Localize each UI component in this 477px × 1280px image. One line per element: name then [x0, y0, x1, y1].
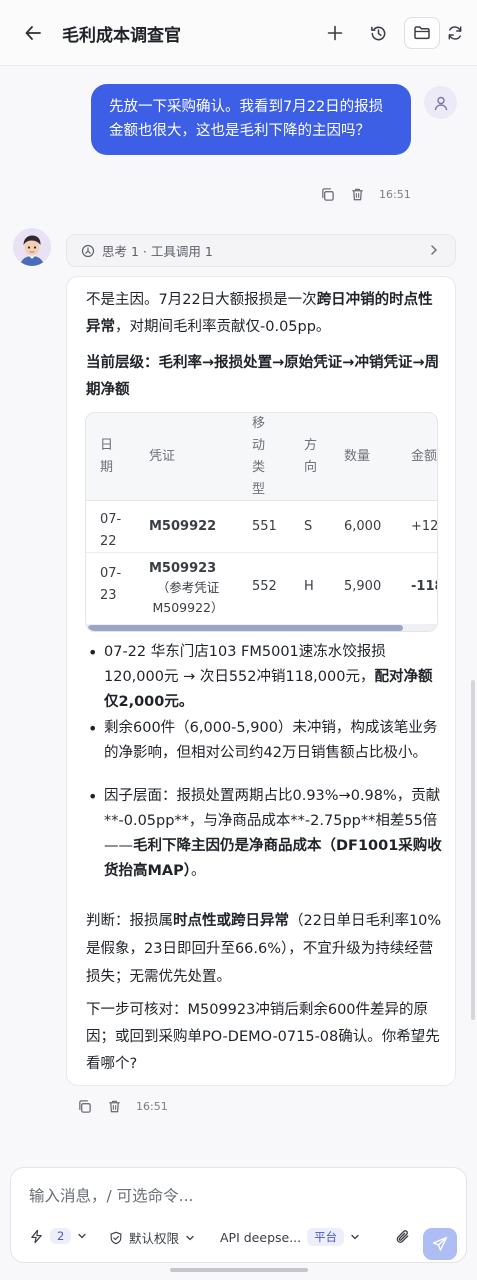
message-timestamp: 16:51: [379, 187, 411, 201]
user-icon: [434, 96, 447, 110]
table-cell-direction: S: [304, 519, 313, 534]
list-item: 因子层面：报损处置两期占比0.93%→0.98%，贡献**-0.05pp**，与…: [86, 784, 442, 884]
tools-selector[interactable]: 2: [29, 1228, 87, 1244]
copy-icon[interactable]: [319, 186, 335, 202]
user-message-text: 先放一下采购确认。我看到7月22日的报损金额也很大，这也是毛利下降的主因吗？: [109, 99, 384, 139]
history-icon[interactable]: [363, 18, 393, 48]
table-scroll-thumb[interactable]: [88, 625, 403, 631]
message-composer: 2 默认权限 API deepse... 平台: [10, 1167, 467, 1263]
table-cell-move-type: 551: [252, 519, 277, 534]
table-header-move-type: 移动类型: [252, 416, 266, 497]
table-header-quantity: 数量: [344, 449, 371, 464]
table-cell-voucher: M509923: [149, 561, 217, 576]
chevron-down-icon: [186, 1235, 194, 1240]
message-timestamp: 16:51: [136, 1099, 168, 1113]
table-cell-move-type: 552: [252, 579, 277, 594]
chevron-down-icon: [351, 1234, 359, 1240]
platform-badge: 平台: [307, 1228, 345, 1246]
permission-label: 默认权限: [129, 1231, 180, 1246]
attach-button[interactable]: [394, 1228, 411, 1245]
table-cell-direction: H: [304, 579, 314, 594]
back-arrow-icon[interactable]: [18, 18, 48, 48]
table-cell-amount: +120: [411, 519, 438, 534]
permission-selector[interactable]: 默认权限: [109, 1228, 195, 1247]
model-selector[interactable]: API deepse... 平台: [220, 1228, 360, 1246]
table-cell-date: 07-22: [100, 512, 122, 549]
folder-icon[interactable]: [404, 17, 440, 49]
assistant-avatar: [13, 228, 51, 266]
user-avatar: [424, 86, 457, 119]
table-header-voucher: 凭证: [149, 449, 176, 464]
thinking-icon: [81, 244, 95, 257]
send-button[interactable]: [423, 1228, 457, 1260]
answer-next-step: 下一步可核对：M509923冲销后剩余600件差异的原因；或回到采购单PO-DE…: [86, 1002, 440, 1072]
assistant-message-actions: 16:51: [76, 1098, 168, 1114]
page-title: 毛利成本调查官: [62, 26, 181, 46]
trash-icon[interactable]: [106, 1098, 122, 1114]
answer-layer-path: 当前层级：毛利率→报损处置→原始凭证→冲销凭证→周期净额: [86, 355, 440, 398]
table-cell-amount: -118,: [411, 579, 437, 594]
table-horizontal-scrollbar[interactable]: [86, 624, 437, 631]
list-item: 剩余600件（6,000-5,900）未冲销，构成该笔业务的净影响，但相对公司约…: [86, 716, 442, 766]
answer-judgement: 判断：报损属时点性或跨日异常（22日单日毛利率10%是假象，23日即回升至66.…: [86, 913, 442, 985]
table-cell-quantity: 6,000: [344, 519, 382, 534]
chevron-down-icon: [78, 1233, 86, 1239]
chevron-right-icon: [431, 245, 437, 255]
table-cell-date: 07-23: [100, 566, 122, 603]
table-header-date: 日期: [100, 438, 114, 475]
user-message-actions: 16:51: [319, 186, 411, 202]
assistant-answer-card: 不是主因。7月22日大额报损是一次跨日冲销的时点性异常，对期间毛利率贡献仅-0.…: [66, 276, 456, 1086]
page-scrollbar[interactable]: [471, 680, 475, 1020]
copy-icon[interactable]: [76, 1098, 92, 1114]
voucher-table[interactable]: 日期 凭证 移动类型 方向 数量 金额 07-22 M509922 551 S …: [85, 412, 438, 632]
thinking-summary-label: 思考 1 · 工具调用 1: [102, 244, 213, 259]
shield-icon: [110, 1231, 122, 1244]
home-indicator: [170, 1268, 308, 1272]
message-input[interactable]: [29, 1182, 449, 1210]
table-row-divider: [86, 552, 437, 553]
plus-icon[interactable]: [320, 18, 350, 48]
model-label: API deepse...: [220, 1229, 302, 1245]
table-cell-voucher-note: （参考凭证M509922）: [152, 580, 224, 615]
trash-icon[interactable]: [349, 186, 365, 202]
answer-paragraph-summary: 不是主因。7月22日大额报损是一次跨日冲销的时点性异常，对期间毛利率贡献仅-0.…: [86, 292, 433, 335]
table-header-direction: 方向: [304, 438, 318, 475]
table-header-amount: 金额: [411, 449, 438, 464]
paperclip-icon: [396, 1230, 409, 1243]
send-icon: [432, 1236, 448, 1251]
refresh-icon[interactable]: [440, 18, 470, 48]
thinking-summary-toggle[interactable]: 思考 1 · 工具调用 1: [66, 234, 456, 267]
table-cell-quantity: 5,900: [344, 579, 382, 594]
table-cell-voucher: M509922: [149, 519, 217, 534]
tool-count-badge: 2: [50, 1228, 72, 1244]
user-message-bubble: 先放一下采购确认。我看到7月22日的报损金额也很大，这也是毛利下降的主因吗？: [91, 84, 411, 155]
lightning-icon: [31, 1229, 42, 1243]
list-item: 07-22 华东门店103 FM5001速冻水饺报损120,000元 → 次日5…: [86, 640, 442, 715]
header-bar: 毛利成本调查官: [0, 0, 477, 66]
